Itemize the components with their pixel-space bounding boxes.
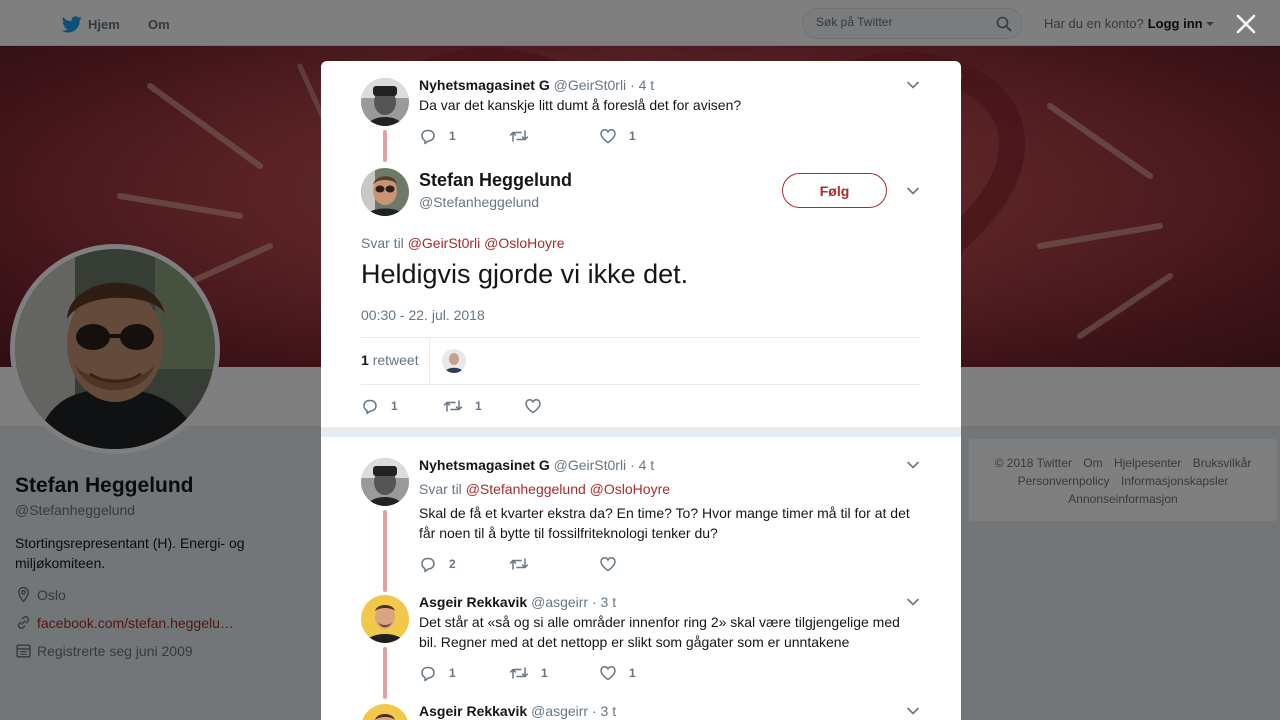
avatar-image <box>361 168 409 216</box>
reply-button[interactable]: 1 <box>361 397 443 415</box>
avatar-image <box>361 704 409 720</box>
stats-divider <box>429 338 430 384</box>
tweet-author-name[interactable]: Nyhetsmagasinet G <box>419 77 550 93</box>
reply-count: 1 <box>449 666 456 680</box>
retweet-icon <box>443 400 463 412</box>
reply-count: 1 <box>449 129 456 143</box>
retweet-button[interactable] <box>509 127 599 145</box>
reply-button[interactable]: 1 <box>419 664 509 682</box>
reply-context: Svar til @GeirSt0rli @OsloHoyre <box>361 235 564 251</box>
avatar[interactable] <box>361 595 409 643</box>
avatar[interactable] <box>361 458 409 506</box>
reply-prefix: Svar til <box>419 481 462 497</box>
tweet-text: Det står at «så og si alle områder innen… <box>419 614 900 650</box>
tweet-author-name[interactable]: Asgeir Rekkavik <box>419 594 527 610</box>
tweet-header: Asgeir Rekkavik @asgeirr · 3 t <box>419 703 616 719</box>
avatar-image <box>361 78 409 126</box>
tweet-actions: 1 1 1 <box>419 664 689 682</box>
mention-link[interactable]: @OsloHoyre <box>590 481 670 497</box>
heart-icon <box>525 399 541 414</box>
thread-connector <box>383 130 387 162</box>
tweet-header: Asgeir Rekkavik @asgeirr · 3 t <box>419 594 616 610</box>
follow-button[interactable]: Følg <box>782 173 887 208</box>
heart-icon <box>600 666 616 681</box>
tweet-author-name[interactable]: Nyhetsmagasinet G <box>419 457 550 473</box>
avatar-image <box>361 458 409 506</box>
thread-connector <box>383 510 387 592</box>
like-button[interactable]: 1 <box>599 664 689 682</box>
tweet-time[interactable]: · 3 t <box>592 703 616 719</box>
mention-link[interactable]: @OsloHoyre <box>484 235 564 251</box>
retweet-count: 1 <box>541 666 548 680</box>
reply-icon <box>421 557 435 573</box>
retweet-icon <box>509 667 529 679</box>
tweet-text: Skal de få et kvarter ekstra da? En time… <box>419 505 910 541</box>
like-count: 1 <box>629 129 636 143</box>
retweeter-avatar[interactable] <box>442 349 466 373</box>
tweet-author-handle[interactable]: @asgeirr <box>531 703 588 719</box>
avatar[interactable] <box>361 78 409 126</box>
tweet-author-handle[interactable]: @GeirSt0rli <box>554 457 627 473</box>
tweet-author-handle[interactable]: @GeirSt0rli <box>554 77 627 93</box>
like-button[interactable] <box>599 555 689 573</box>
tweet-header: Nyhetsmagasinet G @GeirSt0rli · 4 t <box>419 77 654 93</box>
tweet-modal: Nyhetsmagasinet G @GeirSt0rli · 4 t Da v… <box>321 61 961 720</box>
like-button[interactable]: 1 <box>599 127 689 145</box>
tweet-actions: 1 1 <box>419 127 689 145</box>
mention-link[interactable]: @Stefanheggelund <box>466 481 586 497</box>
retweet-stat[interactable]: 1 retweet <box>361 352 419 368</box>
tweet-header: Nyhetsmagasinet G @GeirSt0rli · 4 t <box>419 457 654 473</box>
retweeter-avatar-image <box>442 349 466 373</box>
tweet-author-handle[interactable]: @Stefanheggelund <box>419 194 539 210</box>
chevron-down-icon[interactable] <box>906 184 920 198</box>
tweet-actions: 1 1 <box>361 397 614 415</box>
like-button[interactable] <box>524 397 614 415</box>
reply-prefix: Svar til <box>361 235 404 251</box>
reply-context: Svar til @Stefanheggelund @OsloHoyre <box>419 481 670 497</box>
tweet-stats: 1 retweet <box>361 337 921 385</box>
avatar[interactable] <box>361 168 409 216</box>
retweet-stat-label: retweet <box>372 352 419 368</box>
chevron-down-icon[interactable] <box>906 704 920 718</box>
chevron-down-icon[interactable] <box>906 458 920 472</box>
tweet-timestamp[interactable]: 00:30 - 22. jul. 2018 <box>361 307 485 323</box>
tweet-author-handle[interactable]: @asgeirr <box>531 594 588 610</box>
reply-icon <box>363 399 377 415</box>
avatar[interactable] <box>361 704 409 720</box>
retweet-button[interactable]: 1 <box>509 664 599 682</box>
reply-icon <box>421 666 435 682</box>
tweet-time[interactable]: · 3 t <box>592 594 616 610</box>
reply-button[interactable]: 2 <box>419 555 509 573</box>
reply-icon <box>421 129 435 145</box>
retweet-button[interactable] <box>509 555 599 573</box>
tweet-author-name[interactable]: Stefan Heggelund <box>419 170 572 191</box>
tweet-time[interactable]: · 4 t <box>630 77 654 93</box>
retweet-stat-count: 1 <box>361 352 369 368</box>
retweet-button[interactable]: 1 <box>443 397 524 415</box>
reply-button[interactable]: 1 <box>419 127 509 145</box>
tweet-time[interactable]: · 4 t <box>630 457 654 473</box>
replies-divider <box>321 427 961 437</box>
retweet-icon <box>509 130 529 142</box>
tweet-text: Da var det kanskje litt dumt å foreslå d… <box>419 97 742 113</box>
like-count: 1 <box>629 666 636 680</box>
chevron-down-icon[interactable] <box>906 595 920 609</box>
tweet-actions: 2 <box>419 555 689 573</box>
heart-icon <box>600 129 616 144</box>
retweet-count: 1 <box>475 399 482 413</box>
avatar-image <box>361 595 409 643</box>
mention-link[interactable]: @GeirSt0rli <box>408 235 481 251</box>
thread-connector <box>383 647 387 699</box>
reply-count: 1 <box>391 399 398 413</box>
close-icon[interactable] <box>1234 12 1258 36</box>
reply-count: 2 <box>449 557 456 571</box>
tweet-text: Heldigvis gjorde vi ikke det. <box>361 259 689 289</box>
heart-icon <box>600 557 616 572</box>
tweet-author-name[interactable]: Asgeir Rekkavik <box>419 703 527 719</box>
chevron-down-icon[interactable] <box>906 78 920 92</box>
retweet-icon <box>509 558 529 570</box>
